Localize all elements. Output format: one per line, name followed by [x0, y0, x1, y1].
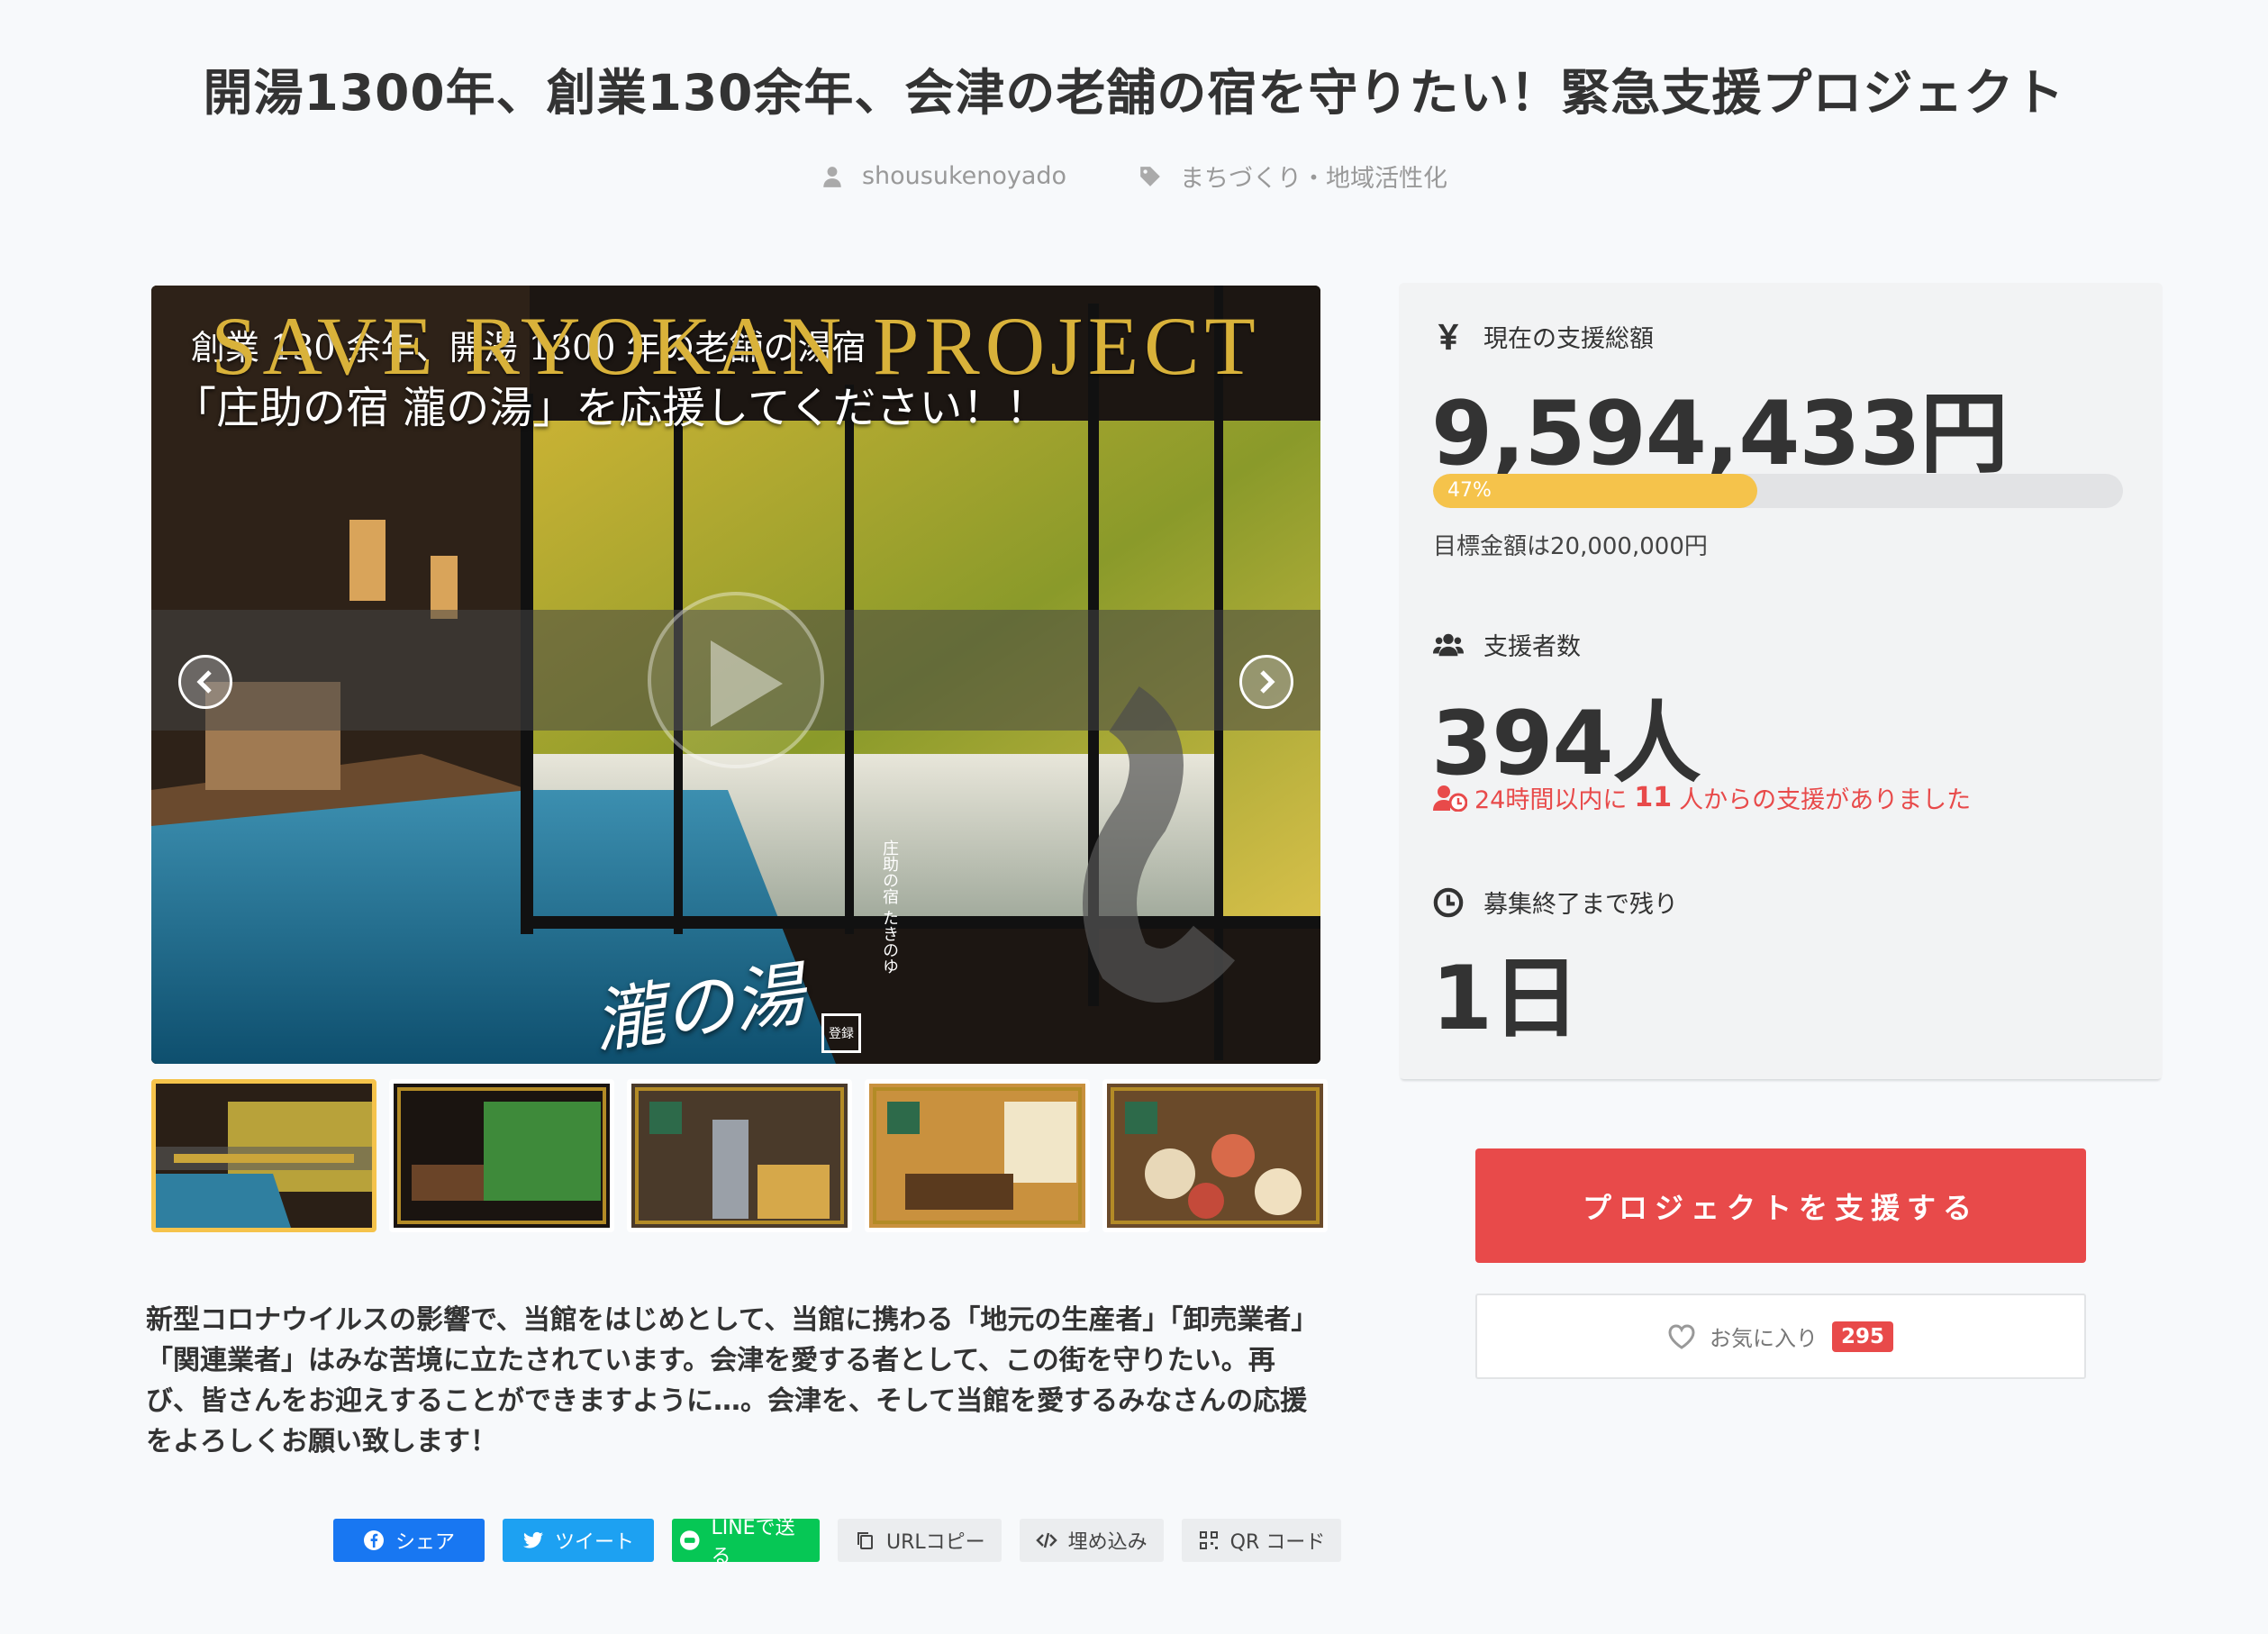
- thumbnail-2[interactable]: [389, 1079, 614, 1232]
- main-media-slider[interactable]: 創業 130 余年、開湯 1300 年の老舗の湯宿 「庄助の宿 瀧の湯」を応援し…: [151, 286, 1320, 1064]
- recent-backers-notice: 24時間以内に 11 人からの支援がありました: [1433, 780, 1971, 815]
- tag-icon: [1140, 166, 1160, 186]
- favorite-button[interactable]: お気に入り 295: [1475, 1294, 2086, 1379]
- slider-next-button[interactable]: [1239, 655, 1293, 709]
- backers-label-text: 支援者数: [1483, 633, 1581, 661]
- slider-prev-button[interactable]: [178, 655, 232, 709]
- twitter-icon: [522, 1531, 543, 1548]
- project-meta: shousukenoyado まちづくり・地域活性化: [0, 159, 2268, 194]
- user-clock-icon: [1433, 785, 1467, 812]
- goal-amount: 目標金額は20,000,000円: [1433, 533, 1708, 560]
- backers-label: 支援者数: [1433, 627, 1581, 662]
- thumbnail-4[interactable]: [865, 1079, 1090, 1232]
- user-icon: [823, 166, 841, 187]
- thumbnail-1[interactable]: [151, 1079, 376, 1232]
- users-icon: [1433, 633, 1464, 656]
- thumbnail-image: [631, 1084, 848, 1228]
- clock-icon: [1433, 887, 1464, 917]
- recent-count: 11: [1634, 782, 1673, 813]
- embed-label: 埋め込み: [1067, 1531, 1148, 1554]
- funding-progress-bar: 47%: [1433, 474, 2123, 508]
- twitter-share-button[interactable]: ツイート: [503, 1519, 654, 1562]
- remaining-time-label: 募集終了まで残り: [1433, 885, 1678, 920]
- line-icon: [679, 1530, 700, 1550]
- url-copy-label: URLコピー: [886, 1531, 985, 1554]
- hero-banner-text: SAVE RYOKAN PROJECT: [211, 300, 1261, 392]
- play-icon: [711, 640, 783, 727]
- thumbnail-image: [1107, 1084, 1323, 1228]
- project-page: 開湯1300年、創業130余年、会津の老舗の宿を守りたい！緊急支援プロジェクト …: [0, 0, 2268, 1634]
- category-name: まちづくり・地域活性化: [1180, 165, 1448, 193]
- chevron-left-icon: [196, 670, 212, 694]
- remaining-time-label-text: 募集終了まで残り: [1483, 891, 1678, 919]
- hero-vertical-caption: 庄助の宿 たきのゆ: [880, 840, 899, 975]
- remaining-time-value: 1日: [1431, 948, 1580, 1050]
- qr-code-label: QR コード: [1229, 1531, 1326, 1554]
- share-buttons: シェア ツイート LINEで送る URLコピー 埋め込み QR コード: [333, 1517, 1342, 1568]
- project-summary: 新型コロナウイルスの影響で、当館をはじめとして、当館に携わる「地元の生産者」「卸…: [146, 1304, 1319, 1457]
- funding-progress-fill: 47%: [1433, 474, 1758, 508]
- facebook-share-button[interactable]: シェア: [333, 1519, 485, 1562]
- code-icon: [1035, 1532, 1057, 1548]
- facebook-share-label: シェア: [395, 1531, 455, 1554]
- favorite-count-badge: 295: [1831, 1321, 1893, 1352]
- support-project-button[interactable]: プロジェクトを支援する: [1475, 1148, 2086, 1263]
- thumbnail-strip: [151, 1079, 1328, 1232]
- thumbnail-image: [394, 1084, 610, 1228]
- recent-suffix: 人からの支援がありました: [1679, 786, 1972, 814]
- total-amount-value: 9,594,433円: [1431, 383, 2009, 486]
- total-amount-label-text: 現在の支援総額: [1483, 325, 1654, 353]
- total-amount-label: 現在の支援総額: [1433, 319, 1654, 354]
- page-title: 開湯1300年、創業130余年、会津の老舗の宿を守りたい！緊急支援プロジェクト: [203, 64, 2065, 122]
- line-share-label: LINEで送る: [711, 1517, 795, 1568]
- qr-code-icon: [1199, 1531, 1218, 1549]
- thumbnail-image: [156, 1084, 372, 1228]
- url-copy-button[interactable]: URLコピー: [838, 1519, 1002, 1562]
- twitter-share-label: ツイート: [554, 1531, 634, 1554]
- author-link[interactable]: shousukenoyado: [821, 159, 1066, 194]
- copy-icon: [857, 1532, 873, 1549]
- embed-button[interactable]: 埋め込み: [1019, 1519, 1164, 1562]
- yen-icon: [1438, 323, 1459, 349]
- chevron-right-icon: [1260, 670, 1275, 694]
- qr-code-button[interactable]: QR コード: [1181, 1519, 1342, 1562]
- heart-icon: [1668, 1323, 1695, 1349]
- category-link[interactable]: まちづくり・地域活性化: [1139, 159, 1447, 194]
- facebook-icon: [363, 1530, 384, 1550]
- thumbnail-image: [869, 1084, 1085, 1228]
- thumbnail-3[interactable]: [627, 1079, 852, 1232]
- play-button[interactable]: [648, 592, 824, 768]
- author-name: shousukenoyado: [861, 162, 1067, 190]
- registered-stamp: 登録: [821, 1013, 861, 1053]
- funding-stats-card: 現在の支援総額 9,594,433円 47% 目標金額は20,000,000円 …: [1399, 283, 2163, 1079]
- favorite-label: お気に入り: [1709, 1326, 1818, 1351]
- recent-prefix: 24時間以内に: [1474, 786, 1628, 814]
- thumbnail-5[interactable]: [1102, 1079, 1328, 1232]
- line-share-button[interactable]: LINEで送る: [672, 1517, 820, 1568]
